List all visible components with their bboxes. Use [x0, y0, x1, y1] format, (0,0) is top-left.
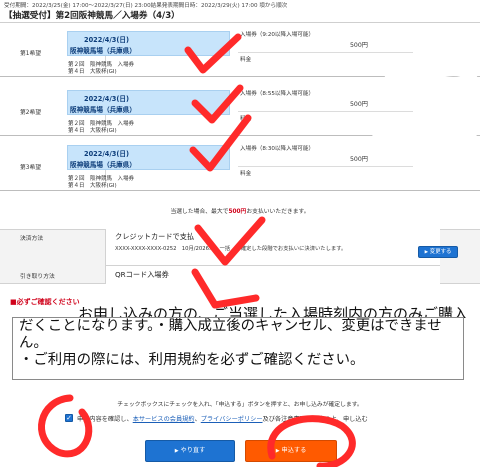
- race-day: 第４日 大阪杯(GⅠ): [68, 183, 117, 189]
- fee-label: 料金: [240, 116, 252, 122]
- ticket-price: 500円: [350, 42, 368, 49]
- race-info-box: 2022/4/3(日) 阪神競馬場（兵庫県）: [67, 90, 230, 115]
- redo-button[interactable]: ▶ やり直す: [145, 440, 235, 462]
- pickup-method-label: 引き取り方法: [20, 274, 55, 280]
- ticket-price: 500円: [350, 156, 368, 163]
- row-divider: [0, 135, 480, 136]
- wish-label: 第1希望: [20, 51, 42, 57]
- race-info-box: 2022/4/3(日) 阪神競馬場（兵庫県）: [67, 145, 230, 170]
- ticket-divider: [238, 111, 413, 112]
- fee-label: 料金: [240, 171, 252, 177]
- payment-method-label: 決済方法: [20, 236, 44, 242]
- page-title: 【抽選受付】第2回阪神競馬／入場券（4/3）: [4, 11, 180, 21]
- agree-post: 及び各注意事項に同意の上、申し込む: [262, 416, 368, 423]
- race-day: 第４日 大阪杯(GⅠ): [68, 128, 117, 134]
- arrow-right-icon: ▶: [275, 448, 280, 454]
- wish-row-1: 第1希望 2022/4/3(日) 阪神競馬場（兵庫県） 第２回 阪神競馬 入場券…: [0, 25, 480, 77]
- pickup-method-value: QRコード入場券: [115, 270, 169, 279]
- wish-label: 第2希望: [20, 110, 42, 116]
- max-payment-amount: 500円: [228, 209, 247, 215]
- change-payment-label: 変更する: [429, 249, 452, 255]
- ticket-type: 入場券（8:30以降入場可能）: [240, 146, 315, 152]
- fee-label: 料金: [240, 57, 252, 63]
- change-payment-button[interactable]: ▶ 変更する: [418, 246, 458, 258]
- wish-label: 第3希望: [20, 165, 42, 171]
- ticket-divider: [238, 52, 413, 53]
- reception-period: 受付期間：2022/3/25(金) 17:00～2022/3/27(日) 23:…: [4, 3, 288, 9]
- redo-label: やり直す: [180, 447, 206, 454]
- max-payment-post: お支払いいただきます。: [246, 209, 310, 215]
- race-date: 2022/4/3(日): [84, 36, 129, 44]
- agree-pre: 申込内容を確認し、: [77, 416, 133, 423]
- ticket-divider: [238, 166, 413, 167]
- ticket-type: 入場券（9:20以降入場可能）: [240, 32, 315, 38]
- ticket-price: 500円: [350, 101, 368, 108]
- race-venue: 阪神競馬場（兵庫県）: [70, 47, 136, 55]
- arrow-right-icon: ▶: [424, 250, 429, 255]
- redaction-scribble-3: [385, 191, 475, 205]
- apply-label: 申込する: [281, 447, 307, 454]
- apply-button[interactable]: ▶ 申込する: [245, 440, 337, 462]
- race-venue: 阪神競馬場（兵庫県）: [70, 161, 136, 169]
- terms-text: だくことになります。・購入成立後のキャンセル、変更はできません。 ・ご利用の際に…: [19, 318, 442, 368]
- agree-label: 申込内容を確認し、本サービスの会員規約、プライバシーポリシー及び各注意事項に同意…: [77, 414, 368, 423]
- row-divider: [0, 76, 480, 77]
- race-date: 2022/4/3(日): [84, 95, 129, 103]
- agree-checkbox[interactable]: ✓: [65, 414, 73, 422]
- check-icon: ✓: [66, 414, 72, 422]
- row-divider: [0, 190, 480, 191]
- ticket-type: 入場券（8:55以降入場可能）: [240, 91, 315, 97]
- race-info-box: 2022/4/3(日) 阪神競馬場（兵庫県）: [67, 31, 230, 56]
- confirm-heading: ■必ずご確認ください: [10, 298, 80, 306]
- terms-scroll-box[interactable]: だくことになります。・購入成立後のキャンセル、変更はできません。 ・ご利用の際に…: [12, 317, 464, 380]
- race-day: 第４日 大阪杯(GⅠ): [68, 69, 117, 75]
- credit-card-info: XXXX-XXXX-XXXX-0252 10月/2026年 一括 が確定した段階…: [115, 244, 346, 252]
- race-date: 2022/4/3(日): [84, 150, 129, 158]
- agreement-instruction: チェックボックスにチェックを入れ、「申込する」ボタンを押すと、お申し込みが確定し…: [117, 402, 363, 408]
- card-note: が確定した段階でお支払いに決済いたします。: [235, 246, 347, 252]
- max-payment-note: 当選した場合、最大で500円お支払いいただきます。: [0, 206, 480, 215]
- payment-method-value: クレジットカードで支払: [115, 232, 195, 241]
- card-number: XXXX-XXXX-XXXX-0252 10月/2026年 一括: [115, 246, 231, 252]
- arrow-right-icon: ▶: [174, 448, 179, 454]
- privacy-policy-link[interactable]: プライバシーポリシー: [201, 416, 263, 423]
- race-venue: 阪神競馬場（兵庫県）: [70, 106, 136, 114]
- title-divider: [0, 22, 480, 23]
- wish-row-3: 第3希望 2022/4/3(日) 阪神競馬場（兵庫県） 第２回 阪神競馬 入場券…: [0, 139, 480, 191]
- wish-row-2: 第2希望 2022/4/3(日) 阪神競馬場（兵庫県） 第２回 阪神競馬 入場券…: [0, 84, 480, 136]
- membership-terms-link[interactable]: 本サービスの会員規約: [133, 416, 195, 423]
- max-payment-pre: 当選した場合、最大で: [170, 209, 229, 215]
